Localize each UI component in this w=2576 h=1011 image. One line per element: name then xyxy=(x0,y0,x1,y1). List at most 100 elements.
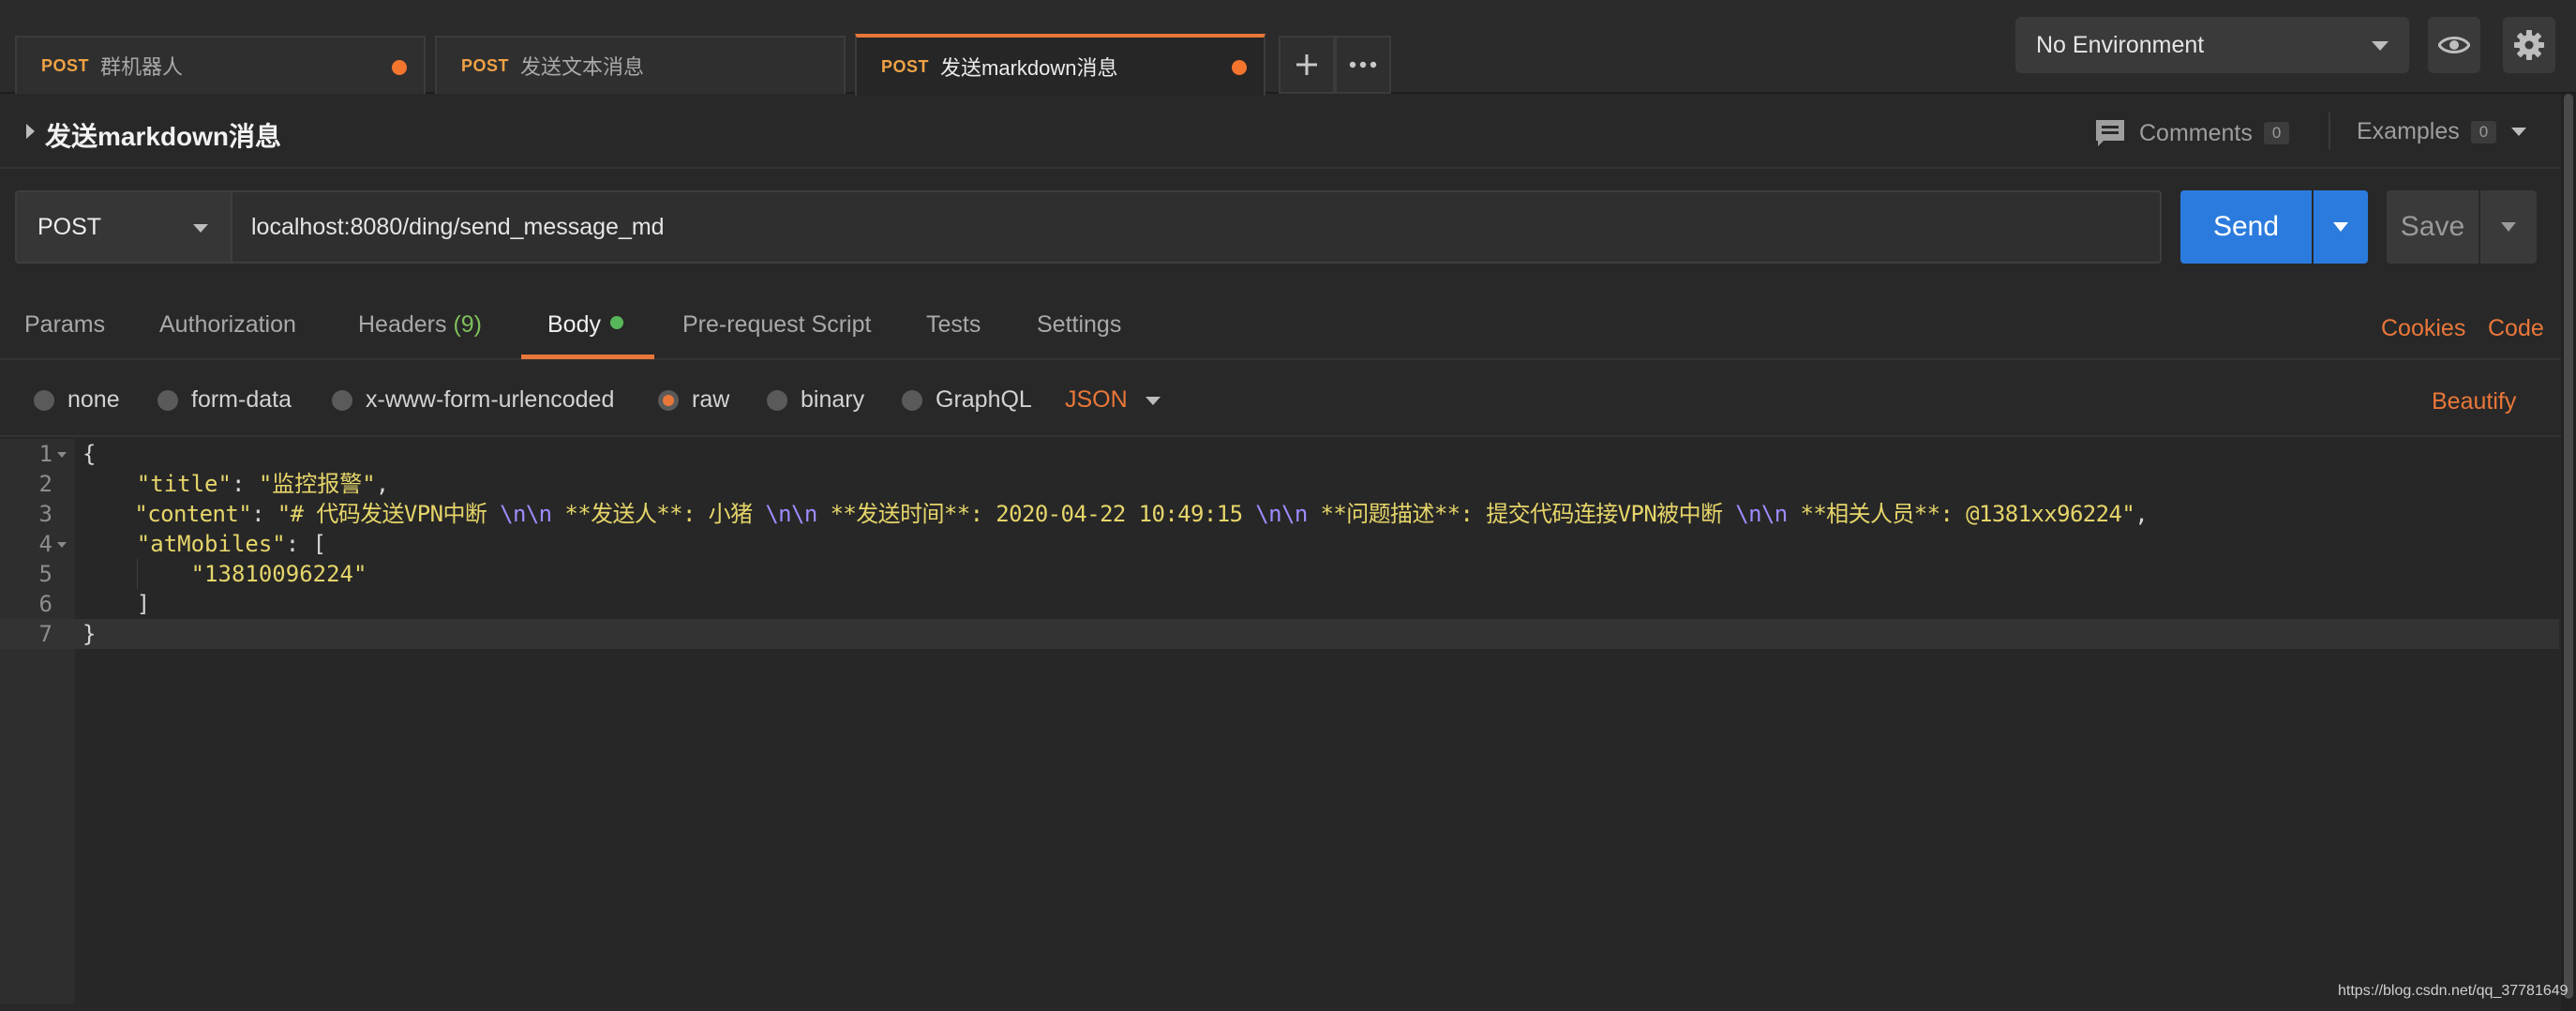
send-options-button[interactable] xyxy=(2314,190,2368,264)
settings-button[interactable] xyxy=(2503,17,2555,73)
code-line: 4 "atMobiles": [ xyxy=(0,529,2559,559)
radio-circle xyxy=(767,389,787,411)
json-string: **发送时间**: 2020-04-22 10:49:15 xyxy=(816,501,1256,527)
json-key: "content" xyxy=(134,501,252,527)
code-line: 5 "13810096224" xyxy=(0,559,2559,589)
chevron-down-icon[interactable] xyxy=(1146,397,1161,405)
environment-value: No Environment xyxy=(2036,31,2205,58)
scrollbar-thumb[interactable] xyxy=(2564,94,2573,999)
tab-method: POST xyxy=(881,56,930,76)
chevron-down-icon xyxy=(2501,222,2516,232)
more-tabs-button[interactable] xyxy=(1335,36,1391,94)
code-text: "title": "监控报警", xyxy=(136,471,390,497)
body-type-none[interactable]: none xyxy=(34,386,120,414)
radio-label: binary xyxy=(801,386,865,413)
raw-format-select[interactable]: JSON xyxy=(1065,386,1128,414)
save-options-button[interactable] xyxy=(2480,190,2537,264)
tab-name: 发送文本消息 xyxy=(520,55,645,79)
chevron-down-icon xyxy=(2372,41,2389,51)
comments-link[interactable]: Comments 0 xyxy=(2094,118,2290,148)
json-string: **相关人员**: @1381xx96224" xyxy=(1787,501,2135,527)
code-line: 6 ] xyxy=(0,589,2559,619)
json-key: "title" xyxy=(136,471,232,497)
beautify-link[interactable]: Beautify xyxy=(2432,388,2516,415)
examples-link[interactable]: Examples 0 xyxy=(2357,118,2527,145)
body-type-binary[interactable]: binary xyxy=(767,386,864,414)
body-type-raw[interactable]: raw xyxy=(658,386,729,414)
watermark-text: https://blog.csdn.net/qq_37781649 xyxy=(2338,983,2569,999)
tab-body[interactable]: Body xyxy=(547,311,623,339)
vertical-scrollbar[interactable] xyxy=(2561,94,2576,1011)
radio-circle xyxy=(157,389,178,411)
tab-settings[interactable]: Settings xyxy=(1037,311,1121,339)
comments-label: Comments xyxy=(2139,119,2253,146)
code-link[interactable]: Code xyxy=(2488,315,2544,342)
code-text: "content": "# 代码发送VPN中断 \n\n **发送人**: 小猪… xyxy=(134,501,2149,527)
line-number: 5 xyxy=(38,561,52,587)
environment-quick-look-button[interactable] xyxy=(2428,17,2480,73)
tab-params[interactable]: Params xyxy=(24,311,105,339)
body-code-editor[interactable]: 1 { 2 "title": "监控报警", 3 "content": "# 代… xyxy=(0,439,2559,1003)
radio-circle xyxy=(34,389,54,411)
tab-name: 发送markdown消息 xyxy=(940,56,1118,80)
fold-arrow-icon[interactable] xyxy=(57,452,67,458)
radio-label: form-data xyxy=(191,386,292,413)
json-string: "13810096224" xyxy=(190,561,367,587)
request-tab-robot[interactable]: POST 群机器人 xyxy=(15,36,426,94)
request-title[interactable]: 发送markdown消息 xyxy=(45,116,281,154)
json-string: **问题描述**: 提交代码连接VPN被中断 xyxy=(1307,501,1736,527)
chevron-down-icon xyxy=(193,224,208,233)
request-section-tabs: Params Authorization Headers (9) Body Pr… xyxy=(0,281,2561,360)
request-tab-text-message[interactable]: POST 发送文本消息 xyxy=(435,36,846,94)
radio-label: none xyxy=(67,386,120,413)
tab-pre-request-script[interactable]: Pre-request Script xyxy=(682,311,871,339)
radio-label: raw xyxy=(692,386,730,413)
escape-seq: \n\n xyxy=(1735,501,1788,527)
radio-circle xyxy=(658,389,679,411)
json-string: "监控报警" xyxy=(258,471,376,497)
headers-count: (9) xyxy=(453,311,483,338)
send-button[interactable]: Send xyxy=(2180,190,2312,264)
line-number: 3 xyxy=(38,501,52,527)
body-type-graphql[interactable]: GraphQL xyxy=(902,386,1032,414)
chevron-down-icon xyxy=(2333,222,2348,232)
line-number: 7 xyxy=(38,621,52,647)
token: ] xyxy=(136,591,151,617)
body-type-form-data[interactable]: form-data xyxy=(157,386,292,414)
request-url-input[interactable] xyxy=(232,190,2162,264)
token: { xyxy=(82,441,97,467)
tab-method: POST xyxy=(41,55,90,75)
more-dots-icon xyxy=(1349,61,1377,68)
json-string: **发送人**: 小猪 xyxy=(551,501,766,527)
cookies-link[interactable]: Cookies xyxy=(2381,315,2465,342)
code-text: } xyxy=(82,619,96,649)
tab-headers[interactable]: Headers (9) xyxy=(358,311,482,339)
code-text: ] xyxy=(82,589,150,619)
tab-headers-label: Headers xyxy=(358,311,447,338)
active-dot xyxy=(609,316,623,329)
tab-method: POST xyxy=(461,55,510,75)
body-type-urlencoded[interactable]: x-www-form-urlencoded xyxy=(332,386,614,414)
gear-icon xyxy=(2514,30,2544,60)
unsaved-dot xyxy=(392,60,407,75)
code-text: { xyxy=(82,439,96,469)
escape-seq: \n\n xyxy=(500,501,552,527)
tab-tests[interactable]: Tests xyxy=(926,311,981,339)
line-number: 1 xyxy=(38,441,52,467)
tab-name: 群机器人 xyxy=(100,55,184,79)
fold-arrow-icon[interactable] xyxy=(57,542,67,548)
line-number: 4 xyxy=(38,531,52,557)
request-tab-markdown-message[interactable]: POST 发送markdown消息 xyxy=(855,34,1266,96)
divider xyxy=(2329,113,2330,150)
examples-label: Examples xyxy=(2357,118,2460,144)
http-method-value: POST xyxy=(37,213,102,240)
environment-select[interactable]: No Environment xyxy=(2015,17,2409,73)
save-button[interactable]: Save xyxy=(2387,190,2479,264)
chevron-down-icon xyxy=(2511,128,2527,136)
new-tab-button[interactable] xyxy=(1279,36,1335,94)
expand-triangle-icon[interactable] xyxy=(26,124,35,139)
code-line: 3 "content": "# 代码发送VPN中断 \n\n **发送人**: … xyxy=(0,499,2559,529)
tab-authorization[interactable]: Authorization xyxy=(159,311,296,339)
code-text: "13810096224" xyxy=(82,559,367,589)
http-method-select[interactable]: POST xyxy=(15,190,232,264)
